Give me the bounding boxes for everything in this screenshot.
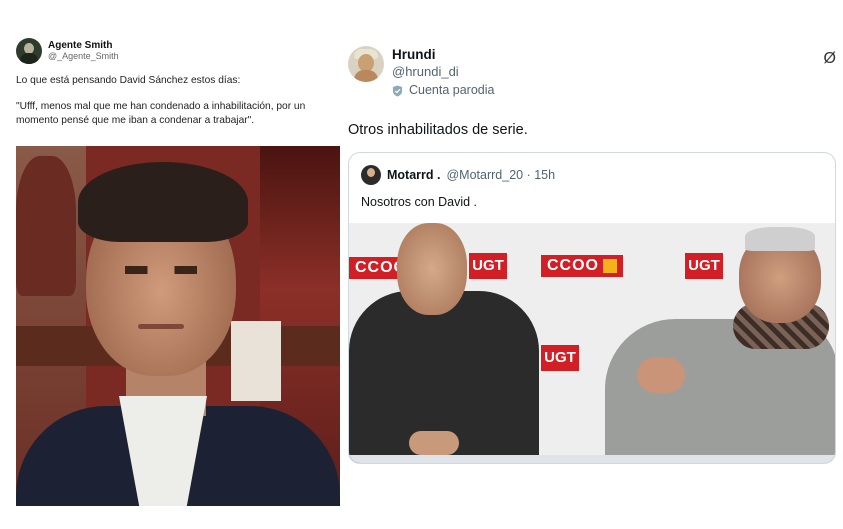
tweet-text-intro: Lo que está pensando David Sánchez estos… <box>16 75 241 86</box>
parody-badge: Cuenta parodia <box>392 82 494 99</box>
ugt-logo-text: UGT <box>688 257 720 274</box>
quoted-tweet[interactable]: Motarrd . @Motarrd_20 · 15h Nosotros con… <box>348 152 836 464</box>
photo-eyes <box>116 266 206 274</box>
ccoo-flag-icon <box>603 258 617 273</box>
author-handle[interactable]: @_Agente_Smith <box>48 51 119 62</box>
ccoo-logo-text: CCOO <box>547 257 599 274</box>
photo-table <box>349 455 835 463</box>
tweet-photo[interactable] <box>16 146 340 506</box>
tweet-text-quote: "Ufff, menos mal que me han condenado a … <box>16 101 306 126</box>
author-block: Hrundi @hrundi_di Cuenta parodia <box>392 46 494 99</box>
avatar-body <box>354 70 378 82</box>
avatar[interactable] <box>348 46 384 82</box>
quoted-header: Motarrd . @Motarrd_20 · 15h <box>349 153 835 187</box>
quoted-avatar-face <box>367 168 375 177</box>
photo-mouth <box>138 324 184 329</box>
quoted-photo[interactable]: CCOO UGT CCOO UGT UGT <box>349 223 835 463</box>
tweet-text: Lo que está pensando David Sánchez estos… <box>16 74 340 128</box>
shield-icon <box>392 85 403 96</box>
person-left-head <box>397 223 467 315</box>
quoted-avatar[interactable] <box>361 165 381 185</box>
tweet-hrundi[interactable]: Hrundi @hrundi_di Cuenta parodia Ø Otros… <box>348 46 836 466</box>
tweet-text: Otros inhabilitados de serie. <box>348 122 528 138</box>
author-handle[interactable]: @hrundi_di <box>392 63 494 80</box>
avatar-body <box>20 53 38 64</box>
ugt-logo-text: UGT <box>472 257 504 274</box>
author-name[interactable]: Agente Smith <box>48 40 119 51</box>
ugt-logo-text: UGT <box>544 349 576 366</box>
person-right-hand <box>637 357 685 393</box>
parody-label: Cuenta parodia <box>409 83 495 97</box>
quoted-author-meta[interactable]: @Motarrd_20 · 15h <box>446 168 555 182</box>
avatar[interactable] <box>16 38 42 64</box>
quoted-text: Nosotros con David . <box>361 195 478 209</box>
photo-paper <box>231 321 281 401</box>
tweet-agente-smith[interactable]: Agente Smith @_Agente_Smith Lo que está … <box>16 36 340 506</box>
tweet-header: Hrundi @hrundi_di Cuenta parodia Ø <box>348 46 836 108</box>
photo-hair <box>78 162 248 242</box>
ugt-logo: UGT <box>541 345 579 371</box>
photo-background-person <box>16 156 76 296</box>
ugt-logo: UGT <box>469 253 507 279</box>
person-right-hair <box>745 227 815 251</box>
ccoo-logo: CCOO <box>541 255 623 277</box>
author-block: Agente Smith @_Agente_Smith <box>48 40 119 62</box>
ugt-logo: UGT <box>685 253 723 279</box>
tweet-header: Agente Smith @_Agente_Smith <box>16 36 340 66</box>
author-name[interactable]: Hrundi <box>392 46 494 63</box>
quoted-author-name[interactable]: Motarrd . <box>387 168 440 182</box>
person-left-hands <box>409 431 459 455</box>
grok-icon[interactable]: Ø <box>824 50 836 68</box>
